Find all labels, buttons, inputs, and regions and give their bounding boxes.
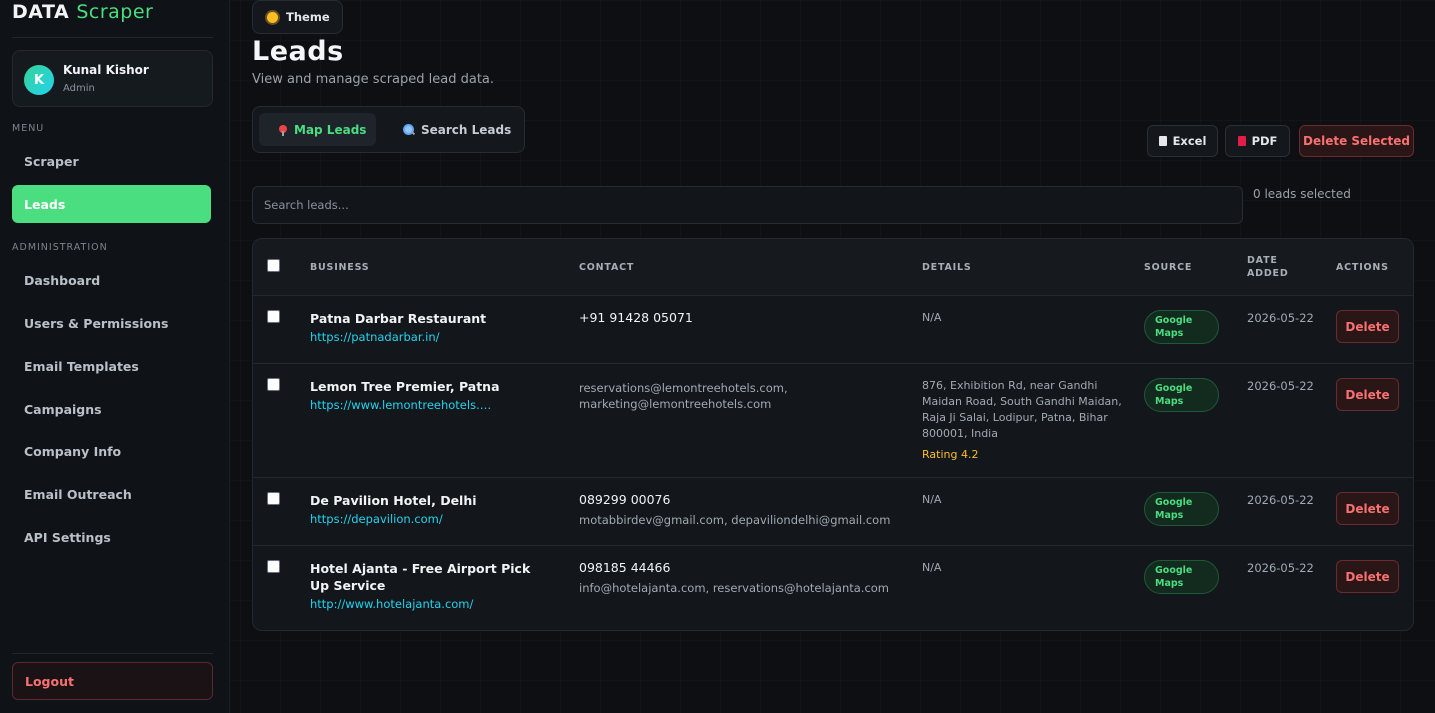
source-badge: Google Maps (1144, 560, 1219, 594)
delete-row-button[interactable]: Delete (1336, 560, 1399, 593)
table-row: Lemon Tree Premier, Patna https://www.le… (253, 364, 1413, 478)
document-icon (1158, 136, 1167, 146)
user-card: K Kunal Kishor Admin (12, 50, 213, 107)
lead-details: N/A (922, 311, 942, 324)
business-name: Lemon Tree Premier, Patna (310, 379, 500, 394)
date-added: 2026-05-22 (1247, 561, 1314, 575)
table-header: BUSINESS CONTACT DETAILS SOURCE DATE ADD… (253, 239, 1413, 296)
brand-logo: DATA Scraper (12, 1, 153, 23)
lead-type-tabs: Map Leads Search Leads (252, 106, 525, 153)
row-checkbox[interactable] (267, 492, 280, 505)
sidebar-item-company-info[interactable]: Company Info (12, 432, 211, 470)
theme-toggle-button[interactable]: Theme (252, 0, 343, 34)
pdf-icon (1237, 136, 1246, 146)
sidebar: DATA Scraper K Kunal Kishor Admin MENU S… (0, 0, 230, 713)
source-badge: Google Maps (1144, 378, 1219, 412)
delete-row-button[interactable]: Delete (1336, 378, 1399, 411)
menu-section-label: MENU (12, 123, 45, 134)
sidebar-item-dashboard[interactable]: Dashboard (12, 261, 211, 299)
business-website-link[interactable]: http://www.hotelajanta.com/ (310, 597, 495, 611)
source-badge: Google Maps (1144, 310, 1219, 344)
excel-label: Excel (1172, 134, 1207, 148)
brand-divider (12, 37, 213, 38)
row-checkbox[interactable] (267, 560, 280, 573)
tab-map-leads-label: Map Leads (294, 122, 367, 137)
user-role: Admin (63, 83, 95, 94)
contact-phone: 089299 00076 (579, 492, 671, 507)
sidebar-item-email-templates[interactable]: Email Templates (12, 347, 211, 385)
sidebar-item-email-outreach[interactable]: Email Outreach (12, 475, 211, 513)
sidebar-item-api-settings[interactable]: API Settings (12, 518, 211, 556)
sun-icon (267, 11, 278, 23)
contact-emails: motabbirdev@gmail.com, depaviliondelhi@g… (579, 513, 891, 527)
row-checkbox[interactable] (267, 378, 280, 391)
sidebar-item-scraper[interactable]: Scraper (12, 142, 211, 180)
business-website-link[interactable]: https://depavilion.com/ (310, 512, 495, 526)
user-name: Kunal Kishor (63, 63, 149, 77)
search-input[interactable] (252, 186, 1243, 224)
column-header-date-added: DATE ADDED (1247, 255, 1289, 279)
contact-phone: 098185 44466 (579, 560, 671, 575)
business-name: Patna Darbar Restaurant (310, 311, 487, 326)
page-subtitle: View and manage scraped lead data. (252, 72, 495, 87)
contact-emails: reservations@lemontreehotels.com, market… (579, 381, 788, 411)
delete-row-button[interactable]: Delete (1336, 492, 1399, 525)
export-excel-button[interactable]: Excel (1147, 125, 1218, 157)
sidebar-item-campaigns[interactable]: Campaigns (12, 390, 211, 428)
tab-search-leads-label: Search Leads (421, 122, 512, 137)
lead-details: N/A (922, 493, 942, 506)
source-badge: Google Maps (1144, 492, 1219, 526)
delete-selected-button[interactable]: Delete Selected (1299, 125, 1414, 157)
select-all-checkbox[interactable] (267, 259, 280, 272)
row-checkbox[interactable] (267, 310, 280, 323)
lead-details: N/A (922, 561, 942, 574)
business-name: Hotel Ajanta - Free Airport Pick Up Serv… (310, 561, 531, 593)
contact-phone: +91 91428 05071 (579, 310, 693, 325)
tab-search-leads[interactable]: Search Leads (403, 113, 513, 146)
column-header-details: DETAILS (922, 262, 972, 273)
avatar: K (24, 65, 54, 95)
brand-accent: Scraper (76, 1, 154, 23)
date-added: 2026-05-22 (1247, 493, 1314, 507)
table-row: De Pavilion Hotel, Delhi https://depavil… (253, 478, 1413, 546)
date-added: 2026-05-22 (1247, 379, 1314, 393)
selected-count: 0 leads selected (1253, 187, 1351, 201)
logout-button[interactable]: Logout (12, 662, 213, 700)
page-title: Leads (252, 36, 344, 67)
delete-row-button[interactable]: Delete (1336, 310, 1399, 343)
lead-rating: Rating 4.2 (922, 448, 979, 461)
business-website-link[interactable]: https://patnadarbar.in/ (310, 330, 495, 344)
contact-emails: info@hotelajanta.com, reservations@hotel… (579, 581, 890, 595)
business-name: De Pavilion Hotel, Delhi (310, 493, 477, 508)
date-added: 2026-05-22 (1247, 311, 1314, 325)
admin-section-label: ADMINISTRATION (12, 242, 108, 253)
table-row: Hotel Ajanta - Free Airport Pick Up Serv… (253, 546, 1413, 630)
export-pdf-button[interactable]: PDF (1225, 125, 1290, 157)
column-header-source: SOURCE (1144, 262, 1193, 273)
lead-details: 876, Exhibition Rd, near Gandhi Maidan R… (922, 379, 1122, 440)
pdf-label: PDF (1251, 134, 1278, 148)
sidebar-item-users-permissions[interactable]: Users & Permissions (12, 304, 211, 342)
table-row: Patna Darbar Restaurant https://patnadar… (253, 296, 1413, 364)
business-website-link[interactable]: https://www.lemontreehotels.co... (310, 398, 495, 412)
leads-table: BUSINESS CONTACT DETAILS SOURCE DATE ADD… (252, 238, 1414, 631)
column-header-actions: ACTIONS (1336, 262, 1389, 273)
theme-label: Theme (286, 10, 330, 24)
sidebar-item-leads[interactable]: Leads (12, 185, 211, 223)
column-header-contact: CONTACT (579, 262, 635, 273)
brand-prefix: DATA (12, 1, 70, 23)
tab-map-leads[interactable]: Map Leads (259, 113, 376, 146)
sidebar-bottom-divider (12, 653, 213, 654)
column-header-business: BUSINESS (310, 262, 370, 273)
pin-icon (279, 124, 287, 136)
magnifier-icon (403, 124, 414, 135)
